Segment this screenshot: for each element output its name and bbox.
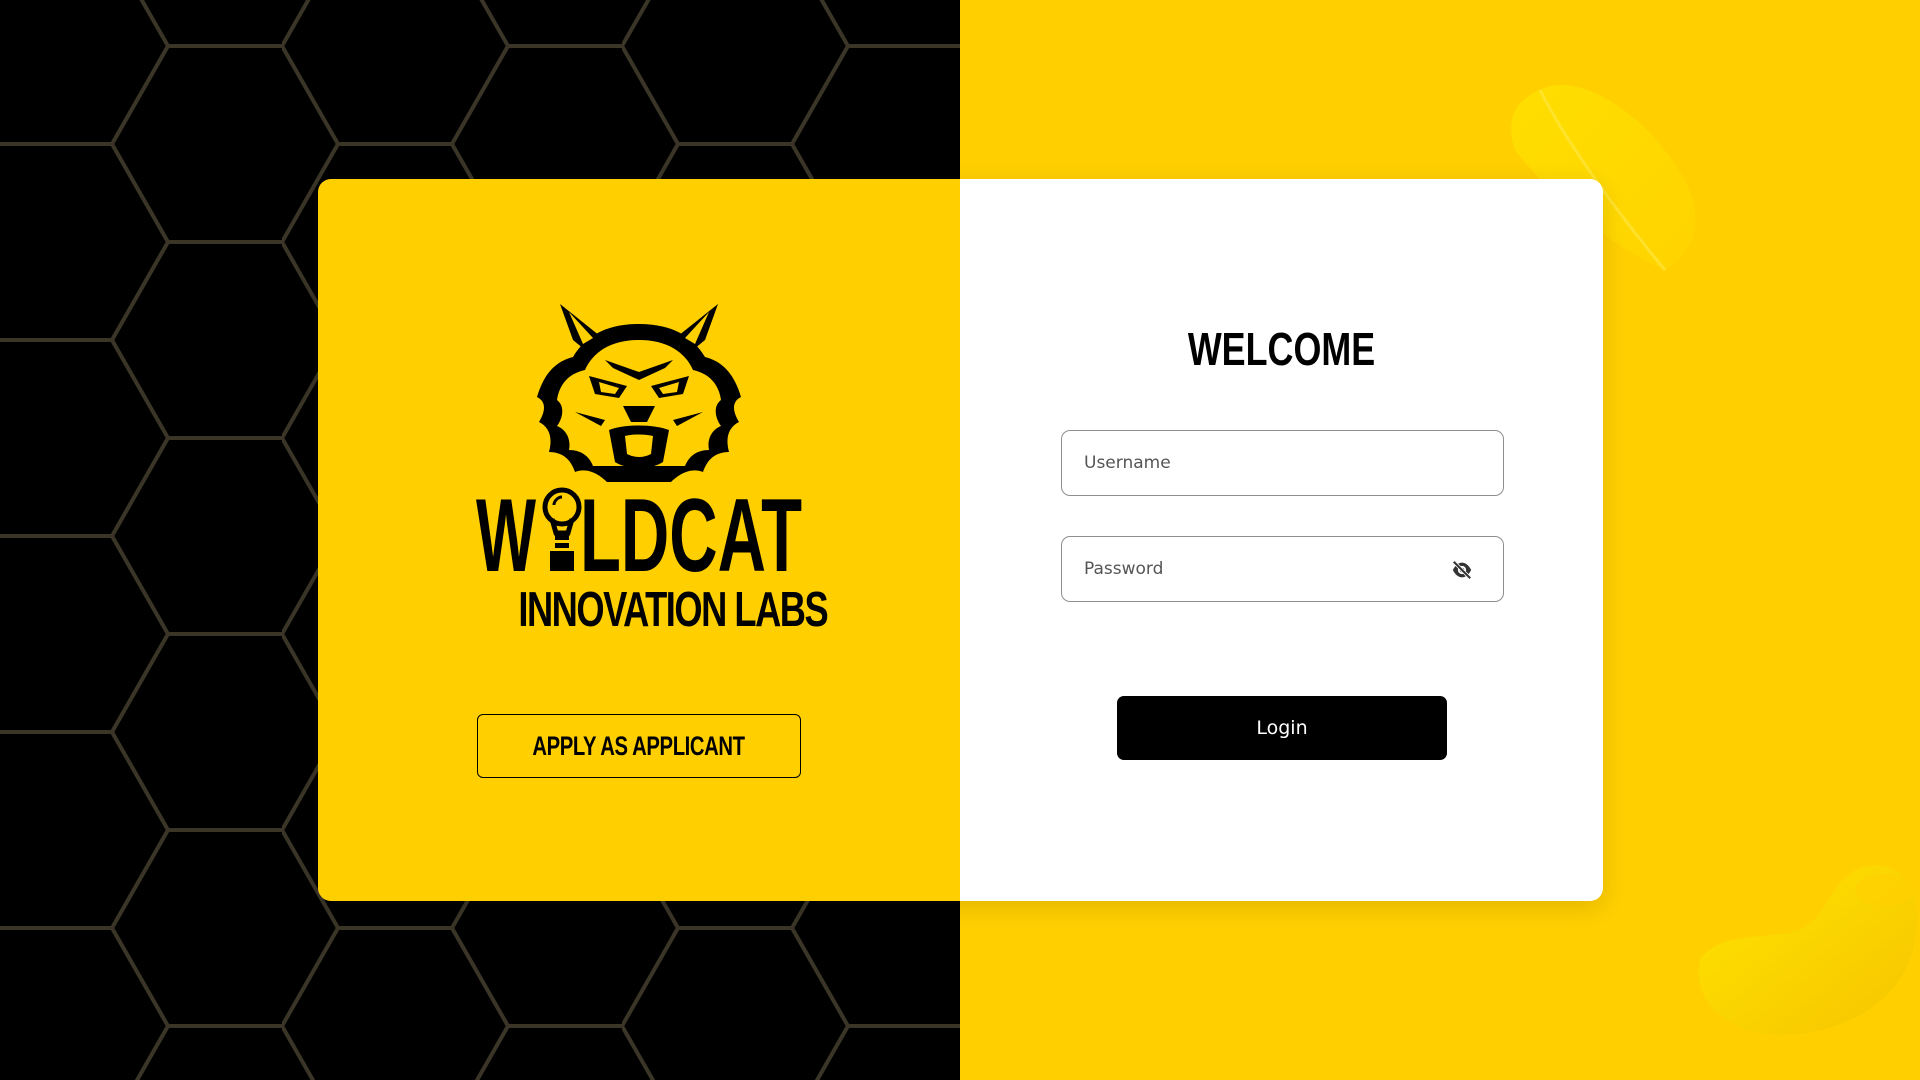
welcome-title: WELCOME xyxy=(1187,323,1376,375)
svg-text:LDCAT: LDCAT xyxy=(580,485,802,577)
login-card: W LDCAT INNOVATION LABS APPLY AS APPLICA… xyxy=(318,179,1603,901)
password-input[interactable] xyxy=(1084,559,1481,579)
decorative-shape-bottom xyxy=(1698,865,1918,1036)
username-field[interactable] xyxy=(1061,430,1504,496)
login-panel: WELCOME Login xyxy=(960,179,1603,901)
brand-panel: W LDCAT INNOVATION LABS APPLY AS APPLICA… xyxy=(318,179,960,901)
eye-slash-icon[interactable] xyxy=(1451,559,1473,581)
wildcat-head-icon xyxy=(537,304,741,482)
login-button[interactable]: Login xyxy=(1117,696,1447,760)
apply-as-applicant-button[interactable]: APPLY AS APPLICANT xyxy=(477,714,801,778)
apply-button-label: APPLY AS APPLICANT xyxy=(532,730,746,761)
wildcat-wordmark: W LDCAT xyxy=(476,485,802,577)
brand-subtitle: INNOVATION LABS xyxy=(518,583,828,637)
lightbulb-icon xyxy=(542,487,582,571)
login-button-label: Login xyxy=(1256,717,1308,739)
password-field[interactable] xyxy=(1061,536,1504,602)
username-input[interactable] xyxy=(1084,453,1481,473)
svg-text:W: W xyxy=(476,485,537,577)
